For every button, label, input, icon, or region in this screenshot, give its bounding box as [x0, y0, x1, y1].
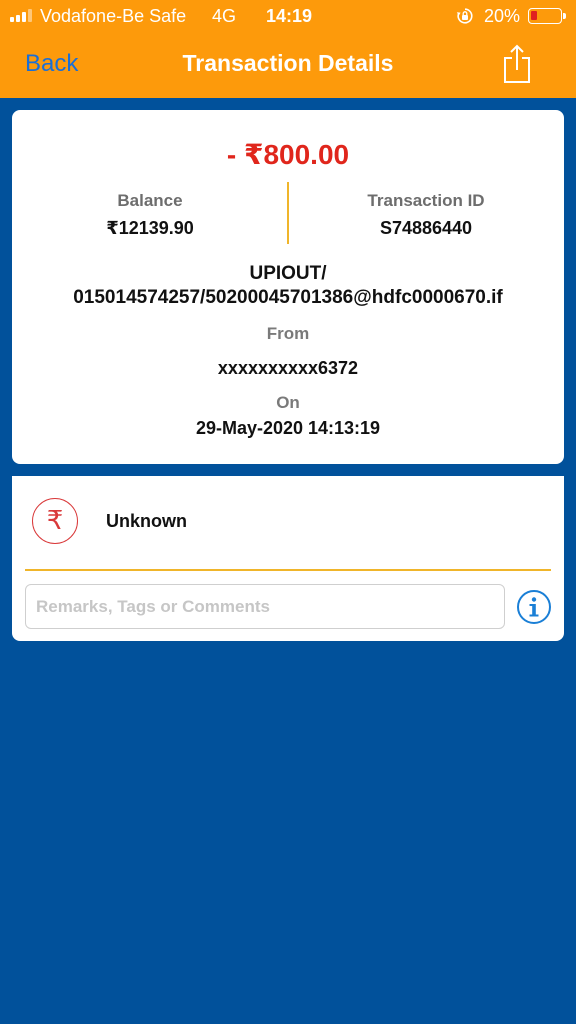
- info-icon[interactable]: [516, 589, 552, 625]
- from-account: xxxxxxxxxx6372: [217, 358, 359, 378]
- transaction-amount: - ₹800.00: [226, 139, 350, 170]
- from-label: From: [266, 324, 310, 343]
- rotation-lock-icon: [456, 8, 473, 24]
- transaction-details-card: ₹ Unknown: [12, 476, 564, 641]
- on-label: On: [276, 393, 300, 412]
- description-line-1: UPIOUT/: [249, 263, 327, 284]
- transaction-datetime: 29-May-2020 14:13:19: [195, 418, 381, 438]
- balance-value: ₹12139.90: [106, 218, 194, 238]
- share-icon[interactable]: [502, 44, 532, 84]
- signal-strength-icon: [10, 9, 32, 22]
- remarks-input[interactable]: [25, 584, 505, 629]
- page-title: Transaction Details: [182, 50, 394, 76]
- transaction-id-value: S74886440: [379, 218, 473, 238]
- status-time: 14:19: [266, 6, 313, 26]
- status-bar: Vodafone-Be Safe 4G 14:19 20%: [0, 0, 576, 32]
- carrier-name: Vodafone-Be Safe: [40, 6, 187, 26]
- battery-percentage: 20%: [484, 6, 521, 26]
- battery-icon: [528, 8, 566, 24]
- section-divider: [25, 569, 551, 571]
- transaction-summary-card: - ₹800.00 Balance ₹12139.90 Transaction …: [12, 110, 564, 464]
- description-line-2: 015014574257/50200045701386@hdfc0000670.…: [73, 287, 503, 308]
- transaction-description: UPIOUT/ 015014574257/50200045701386@hdfc…: [12, 262, 564, 310]
- transaction-id-label: Transaction ID: [367, 191, 485, 210]
- network-type: 4G: [212, 6, 237, 26]
- column-divider: [287, 182, 289, 244]
- rupee-category-icon[interactable]: ₹: [32, 498, 78, 544]
- category-label[interactable]: Unknown: [106, 511, 187, 532]
- app-header: Vodafone-Be Safe 4G 14:19 20% Back Trans…: [0, 0, 576, 98]
- balance-label: Balance: [117, 191, 183, 210]
- back-button[interactable]: Back: [25, 50, 78, 78]
